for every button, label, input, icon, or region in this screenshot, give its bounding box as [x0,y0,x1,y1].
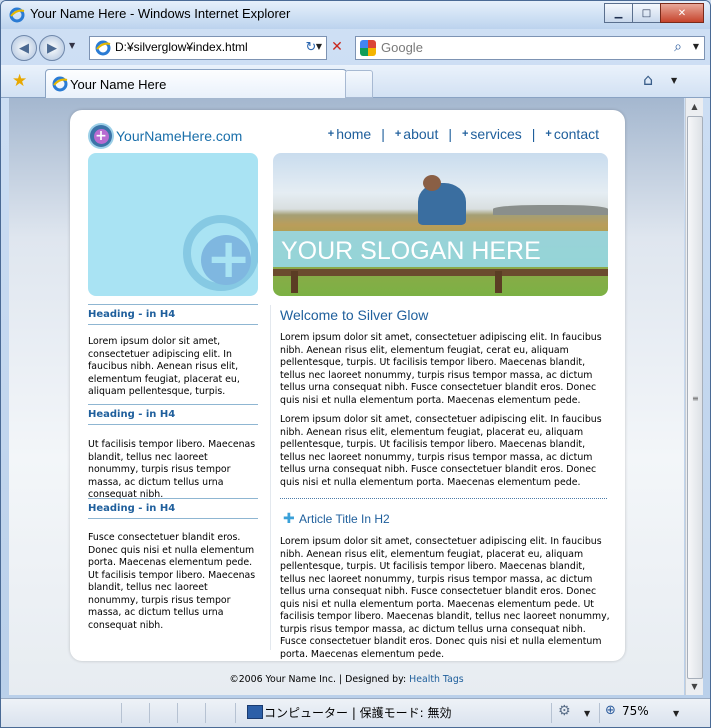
footer: ©2006 Your Name Inc. | Designed by: Heal… [9,674,684,685]
recent-pages-dropdown-icon[interactable]: ▼ [69,41,75,50]
plus-icon: + [327,128,335,140]
window-title: Your Name Here - Windows Internet Explor… [30,6,291,21]
slogan: YOUR SLOGAN HERE [281,237,541,265]
chevron-down-icon[interactable]: ▼ [584,709,590,718]
page-icon [95,40,111,56]
nav-home[interactable]: + home [328,126,371,142]
google-icon [360,40,376,56]
footer-link[interactable]: Health Tags [409,674,464,685]
tab-page-icon [52,76,68,92]
stop-button[interactable]: ✕ [325,36,349,58]
scroll-up-icon[interactable]: ▲ [686,99,703,114]
tab-bar: ★ Your Name Here ⌂ ▼ [1,65,710,98]
scroll-down-icon[interactable]: ▼ [686,679,703,694]
minimize-button[interactable]: ▁ [604,3,633,23]
refresh-button[interactable]: ↻ [299,36,323,58]
internet-explorer-icon [9,7,25,23]
top-navigation: + home | + about | + services | + contact [327,126,599,142]
plus-icon: + [461,128,469,140]
nav-about[interactable]: + about [395,126,438,142]
banner-image: YOUR SLOGAN HERE [273,153,608,296]
zoom-icon[interactable]: ⊕ [605,703,616,718]
title-bar: Your Name Here - Windows Internet Explor… [1,1,710,29]
back-button[interactable]: ◀ [11,35,37,61]
plus-icon: ✚ [283,511,295,527]
page-container: + YourNameHere.com + home | + about | + ser… [70,110,625,661]
page-title: Welcome to Silver Glow [280,307,429,323]
plus-icon: + [545,128,552,140]
sidebar-text: Lorem ipsum dolor sit amet, consectetuer… [88,336,240,397]
scroll-thumb[interactable]: ≡ [687,116,703,679]
sidebar-graphic: + [88,153,258,296]
sidebar-heading: Heading - in H4 [88,304,258,325]
new-tab-button[interactable] [345,70,373,98]
grip-icon: ≡ [692,394,699,403]
search-icon[interactable]: ⌕ [674,39,682,55]
plus-icon: + [206,227,252,290]
sidebar-heading: Heading - in H4 [88,404,258,425]
security-zone[interactable]: コンピューター | 保護モード: 無効 [264,704,452,721]
home-dropdown-icon[interactable]: ▼ [671,76,677,85]
protected-mode-icon[interactable]: ⚙ [558,703,571,719]
address-bar[interactable]: D:¥silverglow¥index.html ▼ [89,36,327,60]
tab-label: Your Name Here [70,77,167,92]
status-bar: コンピューター | 保護モード: 無効 ⚙ ▼ ⊕ 75% ▼ [1,698,710,727]
article-title: Article Title In H2 [299,512,390,526]
paragraph: Lorem ipsum dolor sit amet, consectetuer… [280,414,602,488]
home-icon[interactable]: ⌂ [643,70,653,89]
favorites-star-icon[interactable]: ★ [12,71,27,91]
search-input[interactable]: Google [381,40,423,55]
close-button[interactable]: ✕ [660,3,704,23]
page-viewport: + YourNameHere.com + home | + about | + ser… [9,98,684,695]
search-dropdown-icon[interactable]: ▼ [693,42,699,51]
zoom-dropdown-icon[interactable]: ▼ [673,709,679,718]
vertical-scrollbar[interactable]: ▲ ≡ ▼ [685,98,703,695]
footer-text: ©2006 Your Name Inc. | Designed by: [229,674,407,685]
address-url[interactable]: D:¥silverglow¥index.html [115,40,248,54]
logo-plus-icon: + [90,125,112,147]
address-toolbar: ◀ ▶ ▼ D:¥silverglow¥index.html ▼ ↻ ✕ Goo… [1,31,710,63]
nav-contact[interactable]: + contact [545,126,599,142]
sidebar-text: Ut facilisis tempor libero. Maecenas bla… [88,439,256,500]
tab-active[interactable]: Your Name Here [45,69,347,98]
article-text: Lorem ipsum dolor sit amet, consectetuer… [280,536,610,660]
site-logo[interactable]: YourNameHere.com [116,128,242,144]
sidebar-text: Fusce consectetuer blandit eros. Donec q… [88,532,256,631]
paragraph: Lorem ipsum dolor sit amet, consectetuer… [280,332,602,406]
browser-window: Your Name Here - Windows Internet Explor… [0,0,711,728]
sidebar-heading: Heading - in H4 [88,498,258,519]
maximize-button[interactable]: □ [632,3,661,23]
nav-services[interactable]: + services [462,126,522,142]
divider [280,498,607,499]
plus-icon: + [394,128,402,140]
search-box[interactable]: Google ⌕ ▼ [355,36,705,60]
computer-zone-icon [247,705,263,719]
forward-button[interactable]: ▶ [39,35,65,61]
zoom-level[interactable]: 75% [622,704,649,718]
